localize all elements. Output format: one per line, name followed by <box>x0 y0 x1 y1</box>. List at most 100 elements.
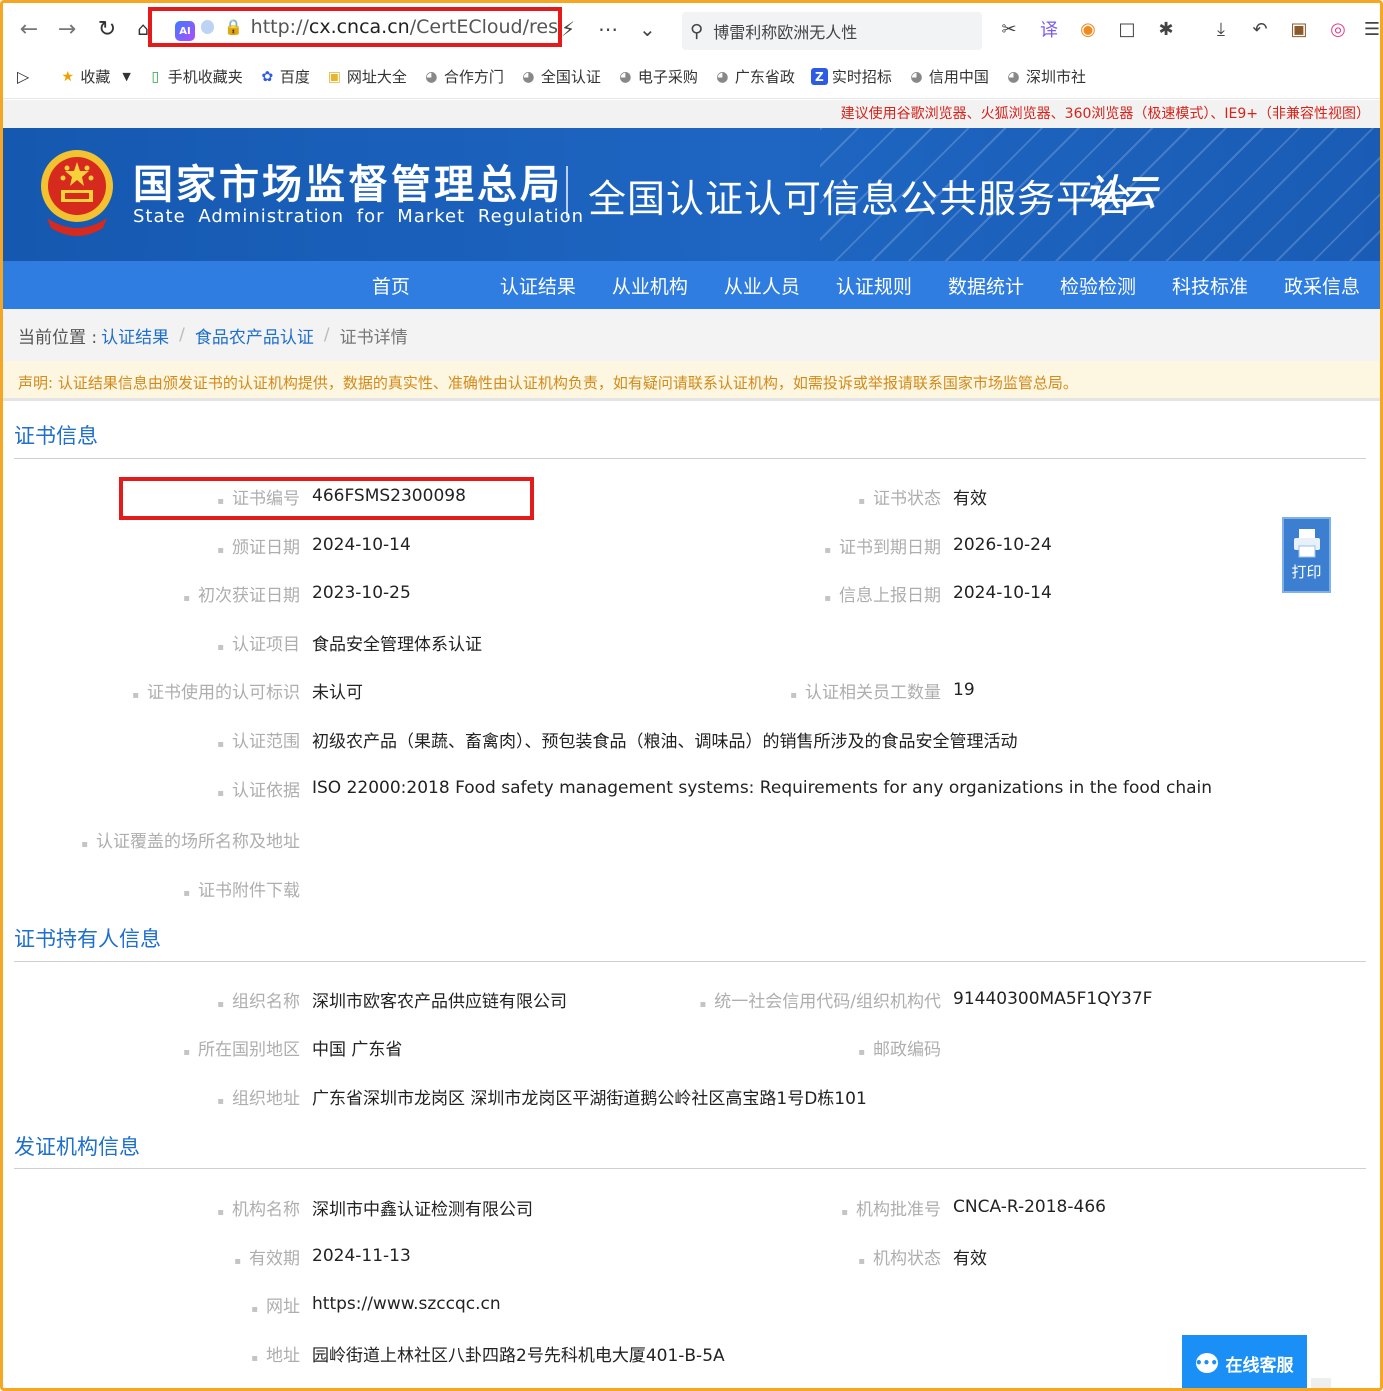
field-sites: 认证覆盖的场所名称及地址 <box>40 825 300 853</box>
field-value: 深圳市中鑫认证检测有限公司 <box>312 1199 533 1220</box>
field-value: 深圳市欧客农产品供应链有限公司 <box>312 991 567 1012</box>
field-value: 91440300MA5F1QY37F <box>953 989 1153 1009</box>
section-title-holder: 证书持有人信息 <box>14 927 161 951</box>
field-label: 机构名称 <box>60 1195 300 1220</box>
bookmark-item[interactable]: ▯ 手机收藏夹 <box>147 66 242 87</box>
field-label: 认证相关员工数量 <box>740 678 941 703</box>
breadcrumb-link-results[interactable]: 认证结果 <box>101 323 169 348</box>
bookmark-item[interactable]: ◕ 合作方门 <box>423 66 504 87</box>
field-label: 证书状态 <box>740 484 941 509</box>
ai-assistant-icon[interactable]: AI <box>175 21 195 41</box>
field-basis: 认证依据 ISO 22000:2018 Food safety manageme… <box>60 774 1212 802</box>
field-expiry-date: 证书到期日期 2026-10-24 <box>740 531 1052 559</box>
search-box[interactable]: ⚲ 博雷利称欧洲无人性 <box>682 12 982 50</box>
insecure-lock-icon[interactable]: 🔒 <box>224 18 243 36</box>
field-label: 认证依据 <box>60 776 300 801</box>
breadcrumb: 当前位置 : 认证结果 / 食品农产品认证 / 证书详情 <box>3 309 1380 361</box>
field-inst-website: 网址 https://www.szccqc.cn <box>60 1290 501 1318</box>
nav-institutions[interactable]: 从业机构 <box>612 272 688 299</box>
bookmark-item[interactable]: ◕ 全国认证 <box>520 66 601 87</box>
game-icon[interactable]: ◉ <box>1076 17 1100 41</box>
sidebar-toggle-icon[interactable]: ▷ <box>17 67 29 86</box>
site-banner: 国家市场监督管理总局 State Administration for Mark… <box>3 128 1380 261</box>
website-link[interactable]: https://www.szccqc.cn <box>312 1294 501 1314</box>
bookmark-item[interactable]: ◕ 电子采购 <box>617 66 698 87</box>
platform-title: 全国认证认可信息公共服务平台 <box>588 177 1135 221</box>
field-value: 2026-10-24 <box>953 535 1052 555</box>
briefcase-icon[interactable]: ▣ <box>1287 17 1311 41</box>
field-first-date: 初次获证日期 2023-10-25 <box>60 579 411 607</box>
section-title-issuer: 发证机构信息 <box>14 1135 140 1159</box>
download-icon[interactable]: ⤓ <box>1209 17 1233 41</box>
field-cert-status: 证书状态 有效 <box>740 482 987 510</box>
field-accreditation: 证书使用的认可标识 未认可 <box>60 676 363 704</box>
globe-icon: ◕ <box>1007 68 1020 85</box>
online-service-button[interactable]: ••• 在线客服 <box>1182 1335 1307 1391</box>
menu-icon[interactable]: ☰ <box>1360 17 1383 41</box>
field-value: 中国 广东省 <box>312 1039 403 1060</box>
forward-icon[interactable]: → <box>49 11 85 47</box>
scroll-to-top[interactable] <box>1311 1378 1331 1388</box>
tab-manager-icon[interactable]: □ <box>1115 17 1139 41</box>
nav-procurement[interactable]: 政采信息 <box>1284 272 1360 299</box>
field-credit-code: 统一社会信用代码/组织机构代 91440300MA5F1QY37F <box>680 985 1152 1013</box>
globe-icon: ◕ <box>619 68 632 85</box>
main-nav: 首页 认证结果 从业机构 从业人员 认证规则 数据统计 检验检测 科技标准 政采… <box>3 261 1380 309</box>
bookmark-item[interactable]: ◕ 广东省政 <box>714 66 795 87</box>
field-value: 2024-11-13 <box>312 1246 411 1266</box>
field-label: 组织名称 <box>60 987 300 1012</box>
disclaimer: 声明: 认证结果信息由颁发证书的认证机构提供，数据的真实性、准确性由认证机构负责… <box>3 361 1380 401</box>
more-icon[interactable]: ⋯ <box>598 17 618 41</box>
field-org-name: 组织名称 深圳市欧客农产品供应链有限公司 <box>60 985 567 1013</box>
dropdown-icon[interactable]: ▼ <box>122 70 130 83</box>
search-icon: ⚲ <box>690 20 704 42</box>
back-icon[interactable]: ← <box>11 11 47 47</box>
nav-cert-rules[interactable]: 认证规则 <box>836 272 912 299</box>
bookmark-item[interactable]: ◕ 深圳市社 <box>1005 66 1086 87</box>
print-button[interactable]: 打印 <box>1282 517 1331 593</box>
lightning-icon[interactable]: ⚡ <box>561 17 575 41</box>
nav-practitioners[interactable]: 从业人员 <box>724 272 800 299</box>
nav-cert-results[interactable]: 认证结果 <box>500 272 576 299</box>
field-value: 有效 <box>953 1248 987 1269</box>
nav-standards[interactable]: 科技标准 <box>1172 272 1248 299</box>
bookmark-item[interactable]: Z 实时招标 <box>810 66 892 87</box>
search-text: 博雷利称欧洲无人性 <box>713 23 858 42</box>
nav-testing[interactable]: 检验检测 <box>1060 272 1136 299</box>
bookmark-item[interactable]: ✿ 百度 <box>259 66 309 87</box>
ai-colorful-icon[interactable]: ◎ <box>1326 17 1350 41</box>
field-cert-no: 证书编号 466FSMS2300098 <box>60 482 466 510</box>
field-issue-date: 颁证日期 2024-10-14 <box>60 531 411 559</box>
nav-home[interactable]: 首页 <box>372 272 410 299</box>
undo-icon[interactable]: ↶ <box>1248 17 1272 41</box>
reload-icon[interactable]: ↻ <box>89 11 125 47</box>
globe-icon: ◕ <box>716 68 729 85</box>
bookmark-item[interactable]: ▣ 网址大全 <box>326 66 407 87</box>
field-value: CNCA-R-2018-466 <box>953 1197 1106 1217</box>
breadcrumb-link-food[interactable]: 食品农产品认证 <box>195 323 314 348</box>
field-value: 食品安全管理体系认证 <box>312 634 482 655</box>
scissors-icon[interactable]: ✂ <box>997 17 1021 41</box>
address-bar[interactable]: 🔒 http://cx.cnca.cn/CertECloud/res <box>148 7 562 47</box>
print-label: 打印 <box>1291 563 1322 581</box>
extensions-icon[interactable]: ✱ <box>1154 17 1178 41</box>
platform-logo: 认云 <box>1085 172 1158 214</box>
agency-name-en: State Administration for Market Regulati… <box>133 206 584 227</box>
breadcrumb-separator: / <box>323 325 330 345</box>
field-label: 组织地址 <box>60 1084 300 1109</box>
breadcrumb-current: 证书详情 <box>339 327 408 348</box>
section-divider <box>14 458 1366 459</box>
field-label[interactable]: 证书附件下载 <box>60 876 300 901</box>
bookmark-item[interactable]: ◕ 信用中国 <box>908 66 989 87</box>
site-info-icon[interactable] <box>200 20 214 34</box>
field-project: 认证项目 食品安全管理体系认证 <box>60 628 482 656</box>
field-label: 统一社会信用代码/组织机构代 <box>680 987 941 1012</box>
chevron-down-icon[interactable]: ⌄ <box>639 17 656 41</box>
translate-icon[interactable]: 译 <box>1037 17 1061 41</box>
phone-icon: ▯ <box>151 68 160 85</box>
url-domain: cx.cnca.cn <box>308 16 410 38</box>
field-label: 机构状态 <box>740 1244 941 1269</box>
bookmark-favorites[interactable]: ★ 收藏 ▼ <box>59 66 131 87</box>
nav-statistics[interactable]: 数据统计 <box>948 272 1024 299</box>
field-attachment[interactable]: 证书附件下载 <box>60 874 300 902</box>
